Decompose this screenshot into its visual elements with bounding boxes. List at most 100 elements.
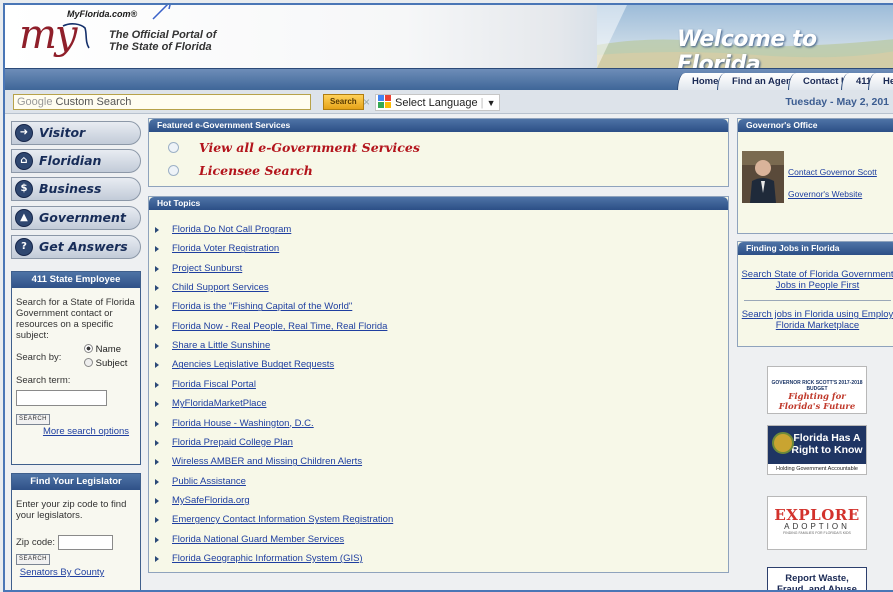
clear-icon[interactable]: ×: [363, 94, 370, 110]
hot-topic-link[interactable]: MyFloridaMarketPlace: [172, 398, 267, 409]
bullet-arrow-icon: [155, 439, 159, 446]
radio-subject-label: Subject: [95, 358, 128, 369]
search-input[interactable]: Google Custom Search: [13, 94, 311, 110]
legislator-search-button[interactable]: SEARCH: [16, 554, 51, 565]
governor-website-link[interactable]: Governor's Website: [788, 189, 862, 200]
bullet-arrow-icon: [155, 517, 159, 524]
zip-input[interactable]: [57, 535, 113, 550]
nav-government[interactable]: ▲ Government: [11, 206, 141, 230]
portal-line1: The Official Portal of: [109, 29, 217, 41]
hot-topic-link[interactable]: Share a Little Sunshine: [172, 340, 270, 351]
licensee-search-link[interactable]: Licensee Search: [199, 163, 313, 178]
hot-topic-link[interactable]: Project Sunburst: [172, 263, 242, 274]
language-label: Select Language: [395, 97, 478, 109]
hot-topic-link[interactable]: Florida Fiscal Portal: [172, 379, 256, 390]
report-waste-banner[interactable]: Report Waste, Fraud, and Abuse: [767, 567, 867, 592]
bullet-arrow-icon: [155, 401, 159, 408]
hot-topic-link[interactable]: MySafeFlorida.org: [172, 495, 250, 506]
nav-visitor[interactable]: ➜ Visitor: [11, 121, 141, 145]
florida-seal-icon: [772, 432, 794, 454]
explore-adoption-banner[interactable]: EXPLORE ADOPTION FINDING FAMILIES FOR FL…: [767, 496, 867, 550]
portal-line2: The State of Florida: [109, 41, 212, 53]
hot-topics-section: Hot Topics Florida Do Not Call Program Fl…: [148, 196, 729, 573]
hot-topic-link[interactable]: Florida Prepaid College Plan: [172, 437, 293, 448]
search-button[interactable]: Search: [323, 94, 364, 110]
bullet-arrow-icon: [155, 285, 159, 292]
employ-florida-link[interactable]: Search jobs in Florida using Employ Flor…: [738, 309, 893, 331]
pen-annotation-icon: [152, 5, 171, 20]
bullet-arrow-icon: [155, 478, 159, 485]
employee-search-panel: 411 State Employee Search for a State of…: [11, 271, 141, 465]
question-icon: ?: [15, 238, 33, 256]
nav-get-answers[interactable]: ? Get Answers: [11, 235, 141, 259]
adoption-line3: FINDING FAMILIES FOR FLORIDA'S KIDS: [783, 531, 851, 535]
hot-topic-link[interactable]: Wireless AMBER and Missing Children Aler…: [172, 456, 362, 467]
report-waste-line2: Fraud, and Abuse: [777, 584, 857, 592]
hot-topic-link[interactable]: Florida National Guard Member Services: [172, 534, 344, 545]
right-to-know-line3: Holding Government Accountable: [768, 464, 866, 474]
radio-checked-icon: [84, 344, 93, 353]
eservice-icon: [168, 165, 179, 176]
bullet-arrow-icon: [155, 459, 159, 466]
bullet-arrow-icon: [155, 536, 159, 543]
hot-topic-link[interactable]: Florida Voter Registration: [172, 243, 279, 254]
hot-topic-link[interactable]: Public Assistance: [172, 476, 246, 487]
hot-topic-link[interactable]: Florida House - Washington, D.C.: [172, 418, 314, 429]
employee-search-button[interactable]: SEARCH: [16, 414, 51, 425]
search-by-row: Search by: Name Subject: [12, 341, 140, 375]
legislator-panel-title: Find Your Legislator: [12, 474, 140, 490]
hot-topic-link[interactable]: Florida Do Not Call Program: [172, 224, 291, 235]
capitol-icon: ▲: [15, 209, 33, 227]
nav-get-answers-label: Get Answers: [39, 239, 128, 254]
budget-banner[interactable]: GOVERNOR RICK SCOTT'S 2017-2018 BUDGET F…: [767, 366, 867, 414]
hot-topic-link[interactable]: Florida is the "Fishing Capital of the W…: [172, 301, 352, 312]
arrow-icon: ➜: [15, 124, 33, 142]
current-date: Tuesday - May 2, 201: [785, 96, 889, 108]
more-search-options-link[interactable]: More search options: [12, 426, 140, 437]
contact-governor-link[interactable]: Contact Governor Scott: [788, 167, 877, 178]
budget-line1: GOVERNOR RICK SCOTT'S 2017-2018 BUDGET: [771, 380, 863, 392]
bullet-arrow-icon: [155, 246, 159, 253]
zip-row: Zip code:: [12, 535, 140, 550]
search-term-label: Search term:: [16, 375, 71, 386]
page-frame: MyFlorida.com® my The Official Portal of…: [3, 3, 893, 592]
google-translate-icon: [378, 95, 391, 108]
google-label: Google: [17, 96, 53, 108]
building-icon: ⌂: [15, 152, 33, 170]
radio-unchecked-icon: [84, 358, 93, 367]
radio-name-label: Name: [95, 344, 121, 355]
radio-name[interactable]: Name: [84, 344, 121, 355]
legislator-panel: Find Your Legislator Enter your zip code…: [11, 473, 141, 590]
report-waste-line1: Report Waste,: [785, 573, 849, 584]
hot-topic-link[interactable]: Emergency Contact Information System Reg…: [172, 514, 393, 525]
employee-panel-description: Search for a State of Florida Government…: [16, 297, 135, 341]
header: MyFlorida.com® my The Official Portal of…: [5, 5, 893, 77]
nav-business[interactable]: $ Business: [11, 177, 141, 201]
nav-floridian[interactable]: ⌂ Floridian: [11, 149, 141, 173]
featured-services-title: Featured e-Government Services: [149, 119, 728, 132]
hot-topic-link[interactable]: Florida Now - Real People, Real Time, Re…: [172, 321, 387, 332]
search-term-input[interactable]: [16, 390, 107, 406]
hot-topic-link[interactable]: Florida Geographic Information System (G…: [172, 553, 363, 564]
nav-help[interactable]: Help: [868, 73, 893, 91]
bullet-arrow-icon: [155, 323, 159, 330]
employee-panel-title: 411 State Employee: [12, 272, 140, 288]
zip-label: Zip code:: [16, 537, 56, 549]
bullet-arrow-icon: [155, 362, 159, 369]
hot-topic-link[interactable]: Agencies Legislative Budget Requests: [172, 359, 334, 370]
featured-services-section: Featured e-Government Services View all …: [148, 118, 729, 187]
right-to-know-banner[interactable]: Florida Has A Right to Know Holding Gove…: [767, 425, 867, 475]
bullet-arrow-icon: [155, 227, 159, 233]
governor-section: Governor's Office Contact Governor Scott…: [737, 118, 893, 234]
hot-topic-link[interactable]: Child Support Services: [172, 282, 269, 293]
nav-government-label: Government: [39, 210, 126, 225]
view-all-eservices-link[interactable]: View all e-Government Services: [199, 140, 420, 155]
radio-subject[interactable]: Subject: [84, 358, 127, 369]
eservice-icon: [168, 142, 179, 153]
search-placeholder: Custom Search: [55, 96, 132, 108]
language-select[interactable]: Select Language | ▼: [375, 94, 501, 111]
bullet-arrow-icon: [155, 497, 159, 504]
senators-by-county-link[interactable]: Senators By County: [12, 567, 140, 578]
bullet-arrow-icon: [155, 555, 159, 562]
state-jobs-link[interactable]: Search State of Florida Government Jobs …: [738, 269, 893, 291]
